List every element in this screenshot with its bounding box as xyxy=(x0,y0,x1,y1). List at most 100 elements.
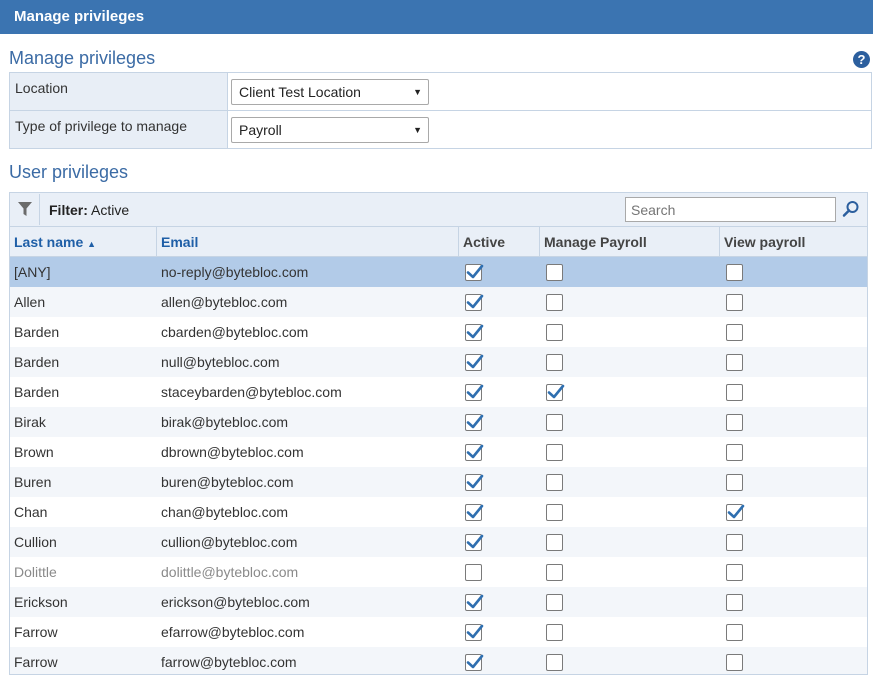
last-name-cell: Chan xyxy=(14,504,48,520)
table-row[interactable]: [ANY] no-reply@bytebloc.com xyxy=(10,257,867,287)
last-name-cell: Dolittle xyxy=(14,564,57,580)
table-row[interactable]: Brown dbrown@bytebloc.com xyxy=(10,437,867,467)
table-row[interactable]: Buren buren@bytebloc.com xyxy=(10,467,867,497)
view-payroll-checkbox[interactable] xyxy=(726,503,745,521)
last-name-cell: Brown xyxy=(14,444,54,460)
user-privileges-grid: Filter: Active Last name ▲ Email Active … xyxy=(9,192,868,675)
active-checkbox[interactable] xyxy=(465,353,484,371)
grid-body: [ANY] no-reply@bytebloc.com Allen allen@byt… xyxy=(10,257,867,674)
manage-payroll-checkbox[interactable] xyxy=(546,263,563,281)
manage-cell xyxy=(540,473,720,491)
privilege-type-select[interactable]: Payroll ▼ xyxy=(231,117,429,143)
manage-payroll-checkbox[interactable] xyxy=(546,443,563,461)
active-checkbox[interactable] xyxy=(465,383,484,401)
table-row[interactable]: Birak birak@bytebloc.com xyxy=(10,407,867,437)
manage-payroll-checkbox[interactable] xyxy=(546,353,563,371)
view-payroll-checkbox[interactable] xyxy=(726,593,743,611)
view-payroll-checkbox[interactable] xyxy=(726,443,743,461)
manage-payroll-checkbox[interactable] xyxy=(546,503,563,521)
view-payroll-checkbox[interactable] xyxy=(726,533,743,551)
manage-payroll-checkbox[interactable] xyxy=(546,533,563,551)
view-cell xyxy=(720,323,867,341)
help-label: ? xyxy=(857,52,866,67)
view-payroll-checkbox[interactable] xyxy=(726,353,743,371)
active-checkbox[interactable] xyxy=(465,413,484,431)
manage-payroll-checkbox[interactable] xyxy=(546,653,563,671)
manage-cell xyxy=(540,653,720,671)
view-payroll-checkbox[interactable] xyxy=(726,623,743,641)
privilege-type-label: Type of privilege to manage xyxy=(9,110,228,149)
active-cell xyxy=(459,653,540,671)
table-row[interactable]: Barden staceybarden@bytebloc.com xyxy=(10,377,867,407)
manage-payroll-checkbox[interactable] xyxy=(546,593,563,611)
active-checkbox[interactable] xyxy=(465,323,484,341)
manage-payroll-checkbox[interactable] xyxy=(546,473,563,491)
location-label: Location xyxy=(9,72,228,111)
table-row[interactable]: Farrow farrow@bytebloc.com xyxy=(10,647,867,674)
table-row[interactable]: Farrow efarrow@bytebloc.com xyxy=(10,617,867,647)
search-input[interactable] xyxy=(625,197,836,222)
filter-status: Filter: Active xyxy=(49,202,129,218)
active-cell xyxy=(459,293,540,311)
active-checkbox[interactable] xyxy=(465,563,482,581)
active-checkbox[interactable] xyxy=(465,623,484,641)
manage-payroll-checkbox[interactable] xyxy=(546,293,563,311)
manage-payroll-checkbox[interactable] xyxy=(546,413,563,431)
active-checkbox[interactable] xyxy=(465,503,484,521)
table-row[interactable]: Chan chan@bytebloc.com xyxy=(10,497,867,527)
table-row[interactable]: Allen allen@bytebloc.com xyxy=(10,287,867,317)
help-icon[interactable]: ? xyxy=(853,51,870,68)
view-payroll-checkbox[interactable] xyxy=(726,413,743,431)
active-cell xyxy=(459,353,540,371)
privilege-form: Location Client Test Location ▼ Type of … xyxy=(9,72,872,149)
last-name-cell: Barden xyxy=(14,324,60,340)
manage-payroll-checkbox[interactable] xyxy=(546,563,563,581)
grid-header: Last name ▲ Email Active Manage Payroll … xyxy=(10,227,867,257)
email-cell: efarrow@bytebloc.com xyxy=(161,624,305,640)
view-payroll-checkbox[interactable] xyxy=(726,563,743,581)
table-row[interactable]: Erickson erickson@bytebloc.com xyxy=(10,587,867,617)
view-payroll-checkbox[interactable] xyxy=(726,653,743,671)
active-checkbox[interactable] xyxy=(465,653,484,671)
search-icon[interactable] xyxy=(842,200,860,221)
manage-payroll-checkbox[interactable] xyxy=(546,623,563,641)
view-cell xyxy=(720,533,867,551)
user-privileges-title: User privileges xyxy=(9,162,129,182)
topbar-title: Manage privileges xyxy=(14,8,145,25)
view-payroll-checkbox[interactable] xyxy=(726,263,743,281)
manage-payroll-checkbox[interactable] xyxy=(546,323,563,341)
view-payroll-checkbox[interactable] xyxy=(726,293,743,311)
view-cell xyxy=(720,383,867,401)
table-row[interactable]: Barden cbarden@bytebloc.com xyxy=(10,317,867,347)
topbar: Manage privileges xyxy=(0,0,873,34)
column-header-email[interactable]: Email xyxy=(157,227,459,256)
email-cell: null@bytebloc.com xyxy=(161,354,280,370)
active-checkbox[interactable] xyxy=(465,593,484,611)
active-checkbox[interactable] xyxy=(465,293,484,311)
grid-toolbar: Filter: Active xyxy=(10,193,867,227)
active-checkbox[interactable] xyxy=(465,473,484,491)
manage-cell xyxy=(540,563,720,581)
view-payroll-checkbox[interactable] xyxy=(726,323,743,341)
table-row[interactable]: Cullion cullion@bytebloc.com xyxy=(10,527,867,557)
column-header-view-payroll: View payroll xyxy=(724,234,806,250)
view-cell xyxy=(720,263,867,281)
view-payroll-checkbox[interactable] xyxy=(726,383,743,401)
active-checkbox[interactable] xyxy=(465,263,484,281)
last-name-cell: [ANY] xyxy=(14,264,51,280)
view-cell xyxy=(720,623,867,641)
table-row[interactable]: Barden null@bytebloc.com xyxy=(10,347,867,377)
filter-icon[interactable] xyxy=(11,194,40,225)
view-payroll-checkbox[interactable] xyxy=(726,473,743,491)
column-header-last-name[interactable]: Last name ▲ xyxy=(10,227,157,256)
active-checkbox[interactable] xyxy=(465,443,484,461)
location-select[interactable]: Client Test Location ▼ xyxy=(231,79,429,105)
table-row[interactable]: Dolittle dolittle@bytebloc.com xyxy=(10,557,867,587)
manage-payroll-checkbox[interactable] xyxy=(546,383,565,401)
email-cell: no-reply@bytebloc.com xyxy=(161,264,309,280)
chevron-down-icon: ▼ xyxy=(413,125,422,135)
view-cell xyxy=(720,353,867,371)
manage-cell xyxy=(540,533,720,551)
active-checkbox[interactable] xyxy=(465,533,484,551)
manage-cell xyxy=(540,263,720,281)
